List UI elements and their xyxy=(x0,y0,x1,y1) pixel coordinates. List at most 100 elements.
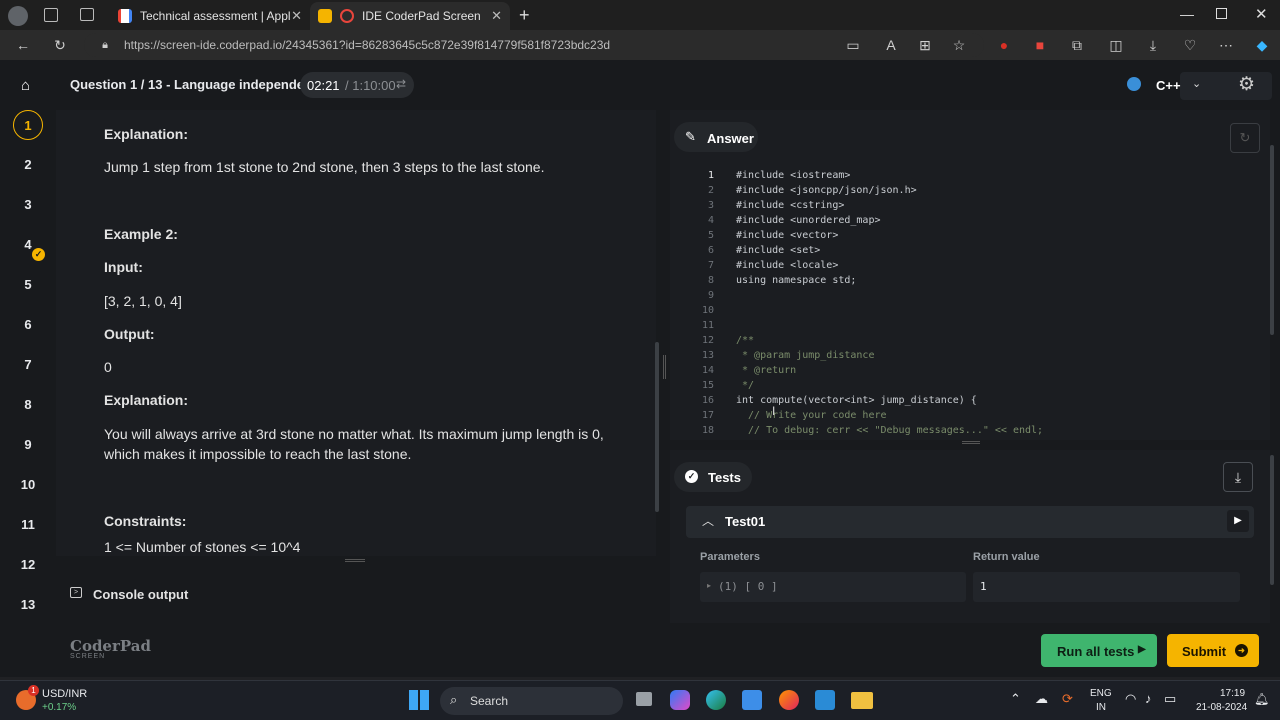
gmail-icon xyxy=(118,9,132,23)
console-output-label: Console output xyxy=(93,587,189,602)
refresh-icon[interactable]: ↻ xyxy=(51,36,69,54)
question-nav-item[interactable]: 8 xyxy=(13,390,43,420)
copilot-app-icon[interactable] xyxy=(670,690,690,710)
question-title: Question 1 / 13 - Language independent xyxy=(70,77,317,92)
browser-essentials-icon[interactable]: ♡ xyxy=(1181,36,1199,54)
more-menu-icon[interactable]: ⋯ xyxy=(1217,36,1235,54)
maximize-icon[interactable] xyxy=(1216,8,1227,19)
vscode-icon[interactable] xyxy=(815,690,835,710)
camera-icon[interactable]: ▭ xyxy=(844,36,862,54)
editor-scrollbar[interactable] xyxy=(1270,145,1274,335)
close-window-icon[interactable]: ✕ xyxy=(1255,5,1268,23)
home-icon[interactable]: ⌂ xyxy=(21,77,30,94)
language-indicator-1[interactable]: ENG xyxy=(1090,688,1112,699)
extension-red-icon[interactable]: ■ xyxy=(1031,36,1049,54)
tests-label: Tests xyxy=(708,470,741,485)
battery-icon[interactable]: ▭ xyxy=(1164,691,1176,707)
question-nav-item[interactable]: 7 xyxy=(13,350,43,380)
problem-heading: Constraints: xyxy=(104,513,187,529)
tab-technical-assessment[interactable]: Technical assessment | Apple Ind ✕ xyxy=(110,2,310,30)
code-line: #include <unordered_map> xyxy=(736,215,881,226)
clock-time[interactable]: 17:19 xyxy=(1220,688,1245,699)
return-value-field[interactable] xyxy=(973,572,1240,602)
question-nav-item[interactable]: 1 xyxy=(13,110,43,140)
question-nav-item[interactable]: 11 xyxy=(13,510,43,540)
line-number: 9 xyxy=(707,290,714,301)
line-number: 4 xyxy=(707,215,714,226)
text-cursor-icon: I xyxy=(772,404,776,418)
swap-icon[interactable]: ⇄ xyxy=(396,77,406,91)
problem-text: which makes it impossible to reach the l… xyxy=(104,446,412,462)
split-screen-icon[interactable]: ◫ xyxy=(1107,36,1125,54)
clock-date: 21-08-2024 xyxy=(1196,702,1248,713)
code-line: * @return xyxy=(736,365,797,376)
workspaces-icon[interactable] xyxy=(44,8,58,22)
downloads-icon[interactable]: ⤓ xyxy=(1144,36,1162,54)
tab-actions-icon[interactable] xyxy=(80,8,94,21)
run-test-button[interactable]: ▶ xyxy=(1227,510,1249,532)
search-label: Search xyxy=(470,694,509,708)
extensions-icon[interactable]: ⧉ xyxy=(1068,36,1086,54)
new-tab-icon[interactable]: + xyxy=(519,5,530,26)
chevron-down-icon[interactable]: ⌄ xyxy=(1192,77,1201,90)
line-number: 12 xyxy=(701,335,714,346)
tab-label: Technical assessment | Apple Ind xyxy=(140,9,290,23)
firefox-icon[interactable] xyxy=(779,690,799,710)
code-line: /** xyxy=(736,335,755,346)
question-nav-item[interactable]: 3 xyxy=(13,190,43,220)
question-nav-item[interactable]: 12 xyxy=(13,550,43,580)
minimize-icon[interactable]: — xyxy=(1180,6,1194,22)
line-number: 13 xyxy=(701,350,714,361)
submit-button[interactable]: Submit ➜ xyxy=(1167,634,1259,667)
chevron-up-tray-icon[interactable]: ⌃ xyxy=(1010,691,1021,707)
left-scrollbar[interactable] xyxy=(655,342,659,512)
file-explorer-icon[interactable] xyxy=(851,692,873,709)
question-nav-item[interactable]: 2 xyxy=(13,150,43,180)
editor-resize-handle[interactable] xyxy=(962,441,980,444)
tab-ide-coderpad[interactable]: IDE CoderPad Screen ✕ xyxy=(310,2,510,30)
back-icon[interactable]: ← xyxy=(14,36,32,54)
ublock-icon[interactable]: ● xyxy=(995,36,1013,54)
horizontal-resize-handle[interactable] xyxy=(345,559,365,562)
read-aloud-icon[interactable]: A xyxy=(882,36,900,54)
favorite-icon[interactable]: ☆ xyxy=(950,36,968,54)
code-line: #include <locale> xyxy=(736,260,839,271)
expand-icon[interactable]: ▸ xyxy=(707,581,711,590)
wifi-icon[interactable]: ◠ xyxy=(1125,691,1136,707)
run-all-tests-button[interactable]: Run all tests ▶ xyxy=(1041,634,1157,667)
edge-icon[interactable] xyxy=(706,690,726,710)
task-view-icon[interactable] xyxy=(636,692,652,706)
volume-icon[interactable]: ♪ xyxy=(1145,691,1152,706)
question-nav-item[interactable]: 6 xyxy=(13,310,43,340)
question-nav-item[interactable]: 5 xyxy=(13,270,43,300)
line-number: 5 xyxy=(707,230,714,241)
panel-resize-handle[interactable] xyxy=(663,355,666,379)
tests-scrollbar[interactable] xyxy=(1270,455,1274,585)
taskbar-search[interactable]: ⌕ Search xyxy=(440,687,623,715)
code-line: // Write your code here xyxy=(736,410,887,421)
line-number: 16 xyxy=(701,395,714,406)
code-line: #include <iostream> xyxy=(736,170,851,181)
notifications-icon[interactable]: 🔔︎ xyxy=(1254,692,1269,706)
test01-row[interactable] xyxy=(686,506,1254,538)
problem-text: [3, 2, 1, 0, 4] xyxy=(104,293,182,309)
question-nav-item[interactable]: 13 xyxy=(13,590,43,620)
close-tab-icon[interactable]: ✕ xyxy=(491,8,502,24)
question-nav-item[interactable]: 10 xyxy=(13,470,43,500)
close-tab-icon[interactable]: ✕ xyxy=(291,8,302,24)
code-line: using namespace std; xyxy=(736,275,857,286)
line-number: 14 xyxy=(701,365,714,376)
line-number: 2 xyxy=(707,185,714,196)
settings-gear-icon[interactable]: ⚙ xyxy=(1238,73,1255,96)
profile-avatar-icon[interactable] xyxy=(8,6,28,26)
windows-start-icon[interactable] xyxy=(409,690,429,710)
store-icon[interactable] xyxy=(742,690,762,710)
copilot-icon[interactable]: ◆ xyxy=(1253,36,1271,54)
question-nav-item[interactable]: 9 xyxy=(13,430,43,460)
chevron-up-icon[interactable]: ︿ xyxy=(702,512,714,529)
onedrive-icon[interactable]: ☁ xyxy=(1035,691,1048,707)
sync-icon[interactable]: ⟳ xyxy=(1062,691,1073,707)
download-icon[interactable]: ⤓ xyxy=(1223,462,1253,492)
reset-code-icon[interactable]: ↻ xyxy=(1230,123,1260,153)
app-icon[interactable]: ⊞ xyxy=(916,36,934,54)
